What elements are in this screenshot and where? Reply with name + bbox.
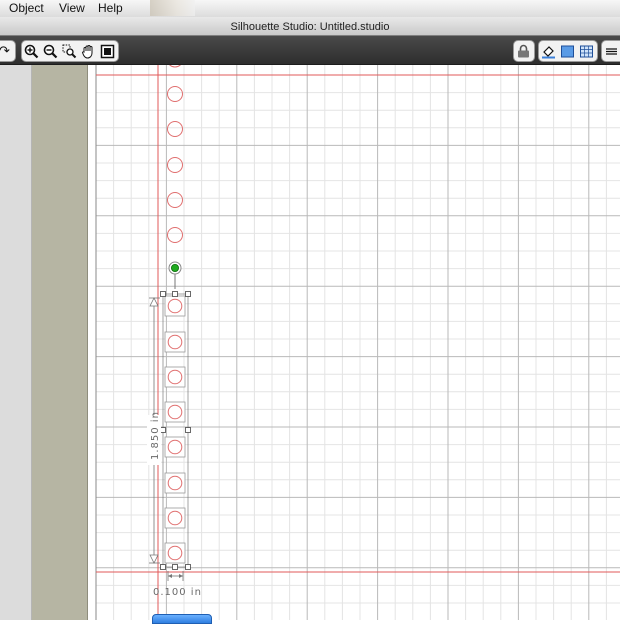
circle-shape[interactable] [167, 157, 183, 173]
design-canvas[interactable]: 1.850 in 0.100 in [88, 50, 620, 620]
circle-shape[interactable] [166, 50, 184, 68]
menu-lines-icon[interactable] [602, 42, 620, 60]
circle-shape[interactable] [167, 86, 183, 102]
pan-hand-icon[interactable] [79, 42, 98, 60]
zoom-out-icon[interactable] [41, 42, 60, 60]
height-label: 1.850 in [150, 411, 161, 460]
resize-handle[interactable] [160, 427, 166, 433]
window-titlebar: Silhouette Studio: Untitled.studio [0, 17, 620, 36]
menu-bar-decoration [150, 0, 195, 16]
toolbar: ↷ [0, 36, 620, 65]
resize-handle[interactable] [160, 564, 166, 570]
resize-handle[interactable] [160, 291, 166, 297]
menu-lines-group [601, 40, 620, 62]
resize-handle[interactable] [185, 564, 191, 570]
bottom-tab-button[interactable] [152, 614, 212, 624]
selected-shapes[interactable] [164, 295, 186, 564]
canvas-svg: 1.850 in 0.100 in [95, 50, 620, 620]
zoom-tools-group [21, 40, 119, 62]
menu-bar: Object View Help [0, 0, 620, 18]
tool-panel-strip [0, 65, 32, 620]
window-title: Silhouette Studio: Untitled.studio [230, 21, 390, 33]
page-view-icon[interactable] [558, 42, 577, 60]
zoom-in-icon[interactable] [22, 42, 41, 60]
lock-icon[interactable] [514, 42, 533, 60]
side-ruler [32, 65, 88, 620]
lock-group [513, 40, 535, 62]
fit-page-icon[interactable] [98, 42, 117, 60]
circle-shape[interactable] [167, 227, 183, 243]
menu-view[interactable]: View [59, 1, 85, 15]
resize-handle[interactable] [172, 564, 178, 570]
circle-shape[interactable] [167, 192, 183, 208]
rotate-handle-icon[interactable] [171, 263, 180, 272]
redo-group: ↷ [0, 40, 16, 62]
grid-view-icon[interactable] [577, 42, 596, 60]
redo-icon[interactable]: ↷ [0, 42, 14, 60]
zoom-select-icon[interactable] [60, 42, 79, 60]
view-tools-group [538, 40, 598, 62]
menu-object[interactable]: Object [9, 1, 44, 15]
resize-handle[interactable] [185, 291, 191, 297]
resize-handle[interactable] [172, 291, 178, 297]
menu-help[interactable]: Help [98, 1, 123, 15]
width-label: 0.100 in [153, 587, 202, 598]
fill-icon[interactable] [539, 42, 558, 60]
circle-shape[interactable] [167, 121, 183, 137]
resize-handle[interactable] [185, 427, 191, 433]
